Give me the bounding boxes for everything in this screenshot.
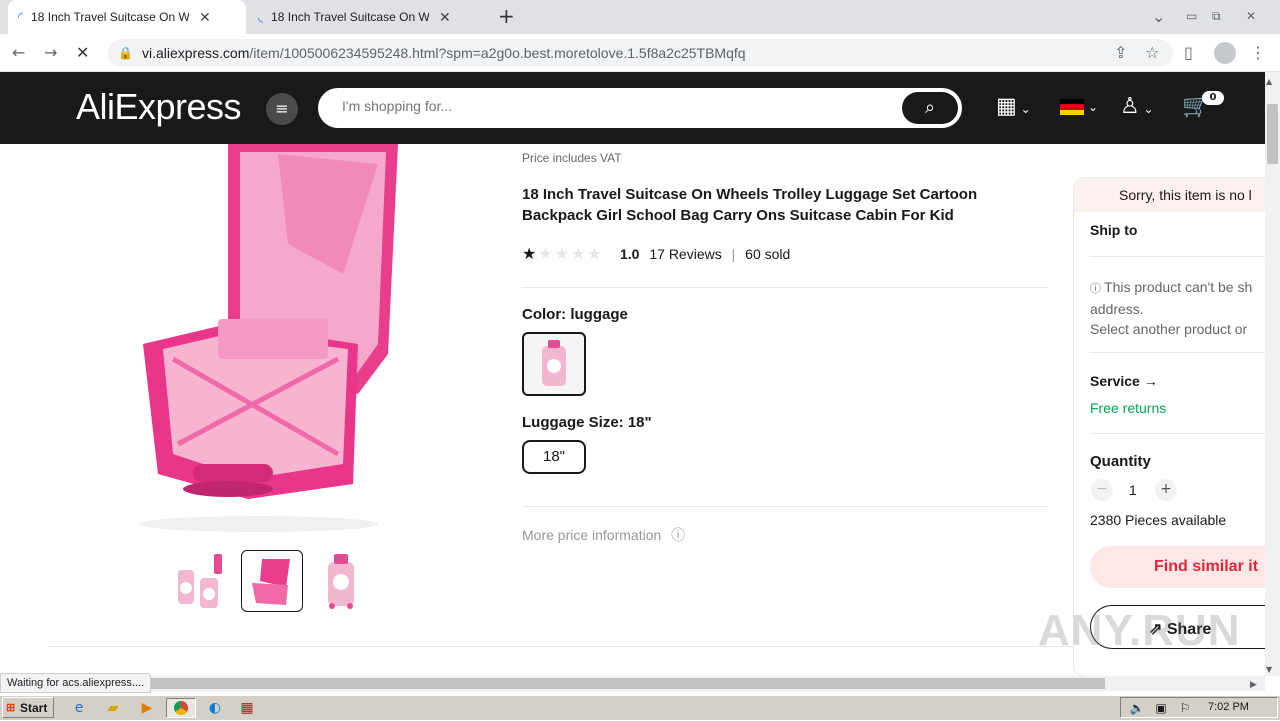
divider <box>1090 433 1265 434</box>
account-icon[interactable]: ♙ ⌄ <box>1120 94 1154 119</box>
search-bar: ⌕ <box>318 88 962 128</box>
close-tab-icon[interactable]: ✕ <box>439 9 451 26</box>
loading-spinner-icon: ◜ <box>18 9 24 24</box>
network-icon[interactable]: ▣ <box>1150 698 1172 718</box>
close-tab-icon[interactable]: ✕ <box>199 9 211 26</box>
star-empty-icon: ★★★★ <box>538 244 604 263</box>
info-icon: ⓘ <box>1090 283 1105 295</box>
close-window-button[interactable]: ✕ <box>1246 6 1256 26</box>
vat-note: Price includes VAT <box>522 151 622 165</box>
rating-stars: ★★★★★ <box>522 244 604 263</box>
minimize-button[interactable]: ▭ <box>1186 6 1197 26</box>
media-player-icon[interactable]: ▶ <box>136 698 158 718</box>
product-title: 18 Inch Travel Suitcase On Wheels Trolle… <box>522 186 978 224</box>
qr-code-icon[interactable]: ▦ ⌄ <box>996 94 1031 119</box>
browser-menu-icon[interactable]: ⋮ <box>1250 43 1266 63</box>
quantity-decrease-button[interactable]: − <box>1091 479 1113 501</box>
search-input[interactable] <box>342 98 882 114</box>
product-thumbnail-1[interactable] <box>170 550 232 612</box>
info-icon: ⓘ <box>671 527 686 543</box>
ship-to-label[interactable]: Ship to <box>1090 222 1265 238</box>
watermark: ANY.RUN <box>1038 606 1241 655</box>
divider <box>1090 352 1265 353</box>
divider <box>522 287 1048 288</box>
address-bar[interactable]: 🔒 vi.aliexpress.com/item/100500623459524… <box>108 39 1173 67</box>
product-thumbnail-3[interactable] <box>312 550 374 612</box>
new-tab-button[interactable]: + <box>498 6 515 26</box>
scroll-right-icon[interactable]: ▶ <box>1250 675 1257 695</box>
browser-tab-1[interactable]: ◜ 18 Inch Travel Suitcase On Wheels Tr ✕ <box>8 0 246 34</box>
color-swatch-luggage[interactable] <box>522 332 586 396</box>
folder-icon[interactable]: ▰ <box>102 698 124 718</box>
side-panel-icon[interactable]: ▯ <box>1184 43 1193 63</box>
search-button[interactable]: ⌕ <box>902 92 958 124</box>
tab-search-icon[interactable]: ⌄ <box>1152 7 1165 27</box>
rating-value: 1.0 <box>620 246 640 262</box>
star-filled-icon: ★ <box>522 244 539 263</box>
unavailable-notice: Sorry, this item is no l <box>1074 178 1265 212</box>
arrow-right-icon: → <box>1143 373 1158 389</box>
tab-title: 18 Inch Travel Suitcase On Wheels Tr <box>31 10 190 24</box>
horizontal-scroll-thumb[interactable] <box>0 678 1105 689</box>
quantity-label: Quantity <box>1090 453 1151 470</box>
windows-logo-icon: ⊞ <box>6 702 16 714</box>
rating-summary: 1.0 17 Reviews | 60 sold <box>620 246 791 262</box>
back-icon[interactable]: ← <box>12 43 25 63</box>
chevron-down-icon[interactable]: ⌄ <box>1088 100 1098 114</box>
loading-spinner-icon: ◟ <box>258 9 264 24</box>
app-icon[interactable]: ▦ <box>236 698 258 718</box>
forward-icon[interactable]: → <box>44 43 57 63</box>
quantity-value[interactable]: 1 <box>1129 482 1137 498</box>
scroll-up-icon[interactable]: ▲ <box>1266 72 1272 92</box>
more-price-info-link[interactable]: More price information ⓘ <box>522 525 685 545</box>
clock: 7:02 PM <box>1208 701 1249 713</box>
sold-count: 60 sold <box>745 246 791 262</box>
profile-avatar[interactable] <box>1214 42 1236 64</box>
color-label: Color: luggage <box>522 306 628 323</box>
tab-title: 18 Inch Travel Suitcase On Wheels Tr <box>271 10 430 24</box>
purchase-panel <box>1073 177 1273 677</box>
cart-count-badge: 0 <box>1202 91 1224 105</box>
divider <box>1090 256 1265 257</box>
find-similar-button[interactable]: Find similar it <box>1090 546 1265 588</box>
restore-button[interactable]: ⧉ <box>1212 6 1221 26</box>
vertical-scroll-thumb[interactable] <box>1267 104 1278 164</box>
share-page-icon[interactable]: ⇪ <box>1114 43 1127 63</box>
divider <box>522 506 1048 507</box>
volume-icon[interactable]: 🔈 <box>1126 698 1148 718</box>
stop-loading-icon[interactable]: ✕ <box>76 43 89 63</box>
german-flag-icon[interactable] <box>1060 99 1084 115</box>
edge-icon[interactable]: ◐ <box>204 698 226 718</box>
internet-explorer-icon[interactable]: e <box>68 698 90 718</box>
service-link[interactable]: Service → <box>1090 373 1265 389</box>
bookmark-star-icon[interactable]: ☆ <box>1145 43 1159 63</box>
reviews-link[interactable]: 17 Reviews <box>649 246 721 262</box>
luggage-size-label: Luggage Size: 18" <box>522 414 652 431</box>
product-thumbnail-2-selected[interactable] <box>241 550 303 612</box>
aliexpress-logo[interactable]: AliExpress <box>76 86 242 128</box>
browser-tab-2[interactable]: ◟ 18 Inch Travel Suitcase On Wheels Tr ✕ <box>248 0 486 34</box>
url-host: vi.aliexpress.com <box>142 45 250 61</box>
category-menu-button[interactable]: ≡ <box>266 93 298 125</box>
free-returns: Free returns <box>1090 400 1167 416</box>
url-path: /item/1005006234595248.html?spm=a2g0o.be… <box>249 45 746 61</box>
pieces-available: 2380 Pieces available <box>1090 512 1227 528</box>
chrome-taskbar-button[interactable] <box>166 698 196 718</box>
chrome-icon <box>174 701 188 715</box>
lock-icon: 🔒 <box>118 46 133 60</box>
quantity-increase-button[interactable]: + <box>1155 479 1177 501</box>
scroll-down-icon[interactable]: ▼ <box>1266 660 1272 680</box>
size-option-18[interactable]: 18" <box>522 440 586 474</box>
product-main-image[interactable] <box>128 144 398 534</box>
start-button[interactable]: ⊞ Start <box>2 697 54 718</box>
flag-icon[interactable]: ⚐ <box>1174 698 1196 718</box>
status-bubble: Waiting for acs.aliexpress.... <box>0 673 152 693</box>
shipping-message: ⓘ This product can't be sh address. Sele… <box>1090 279 1253 337</box>
